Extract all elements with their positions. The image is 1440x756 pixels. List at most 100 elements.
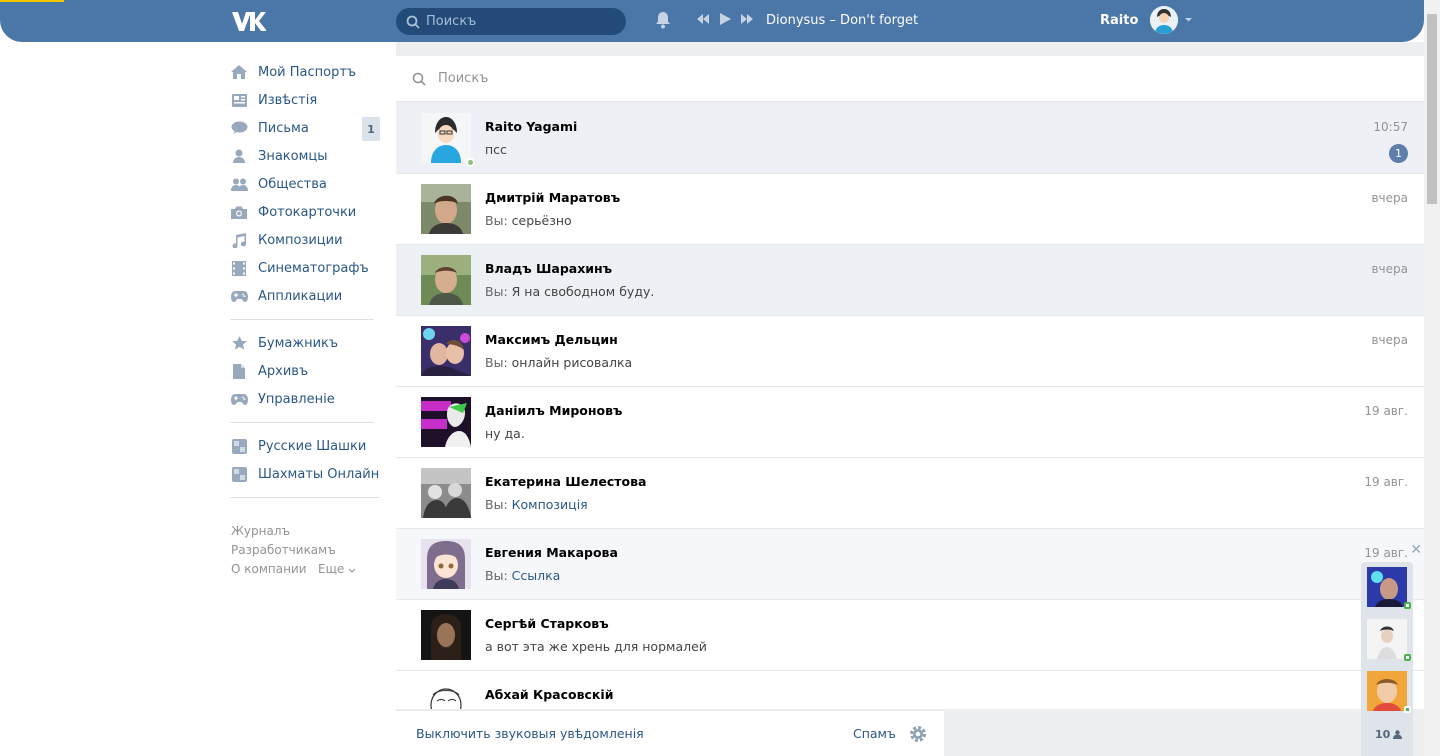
avatar[interactable] [1367, 619, 1407, 659]
you-prefix: Вы: [485, 355, 508, 370]
sidebar-item-profile[interactable]: Мой Паспортъ [230, 58, 382, 86]
messages-icon [230, 119, 248, 137]
sidebar-item-apps[interactable]: Аппликации [230, 282, 382, 310]
sidebar-item-checkers[interactable]: Русские Шашки [230, 432, 382, 460]
dialog-name: Сергѣй Старковъ [485, 616, 609, 631]
header-search-input[interactable] [426, 14, 616, 29]
chevron-down-icon[interactable] [348, 568, 356, 573]
avatar[interactable] [421, 113, 471, 163]
dialog-date: 19 авг. [1364, 404, 1408, 418]
messages-panel: Raito Yagami псс 10:57 1 Дмитрій Маратов… [396, 42, 1424, 756]
sidebar-item-chess[interactable]: Шахматы Онлайн [230, 460, 382, 488]
attachment-link[interactable]: Ссылка [512, 568, 561, 583]
dialog-row[interactable]: Даніилъ Мироновъ ну да. 19 авг. [396, 387, 1424, 458]
footer-link-journal[interactable]: Журналъ [231, 524, 290, 538]
dialog-row[interactable]: Владъ Шарахинъ Вы: Я на свободном буду. … [396, 245, 1424, 316]
you-prefix: Вы: [485, 213, 508, 228]
sidebar-item-manage[interactable]: Управленіе [230, 385, 382, 413]
you-prefix: Вы: [485, 568, 508, 583]
chat-count[interactable]: 10 [1375, 728, 1403, 741]
dialog-date: вчера [1371, 262, 1408, 276]
groups-icon [230, 175, 248, 193]
sidebar-item-label: Письма [258, 120, 309, 136]
previous-track-icon[interactable] [696, 13, 710, 25]
avatar[interactable] [421, 255, 471, 305]
home-icon [230, 63, 248, 81]
avatar[interactable] [421, 184, 471, 234]
sidebar-item-videos[interactable]: Синематографъ [230, 254, 382, 282]
star-icon [230, 334, 248, 352]
gear-icon[interactable] [908, 724, 928, 744]
avatar[interactable] [1367, 567, 1407, 607]
close-icon[interactable]: ✕ [1410, 542, 1422, 558]
sidebar-item-label: Шахматы Онлайн [258, 466, 380, 482]
app-icon [230, 437, 248, 455]
chat-strip: 10 [1361, 562, 1413, 756]
dialog-row[interactable]: Raito Yagami псс 10:57 1 [396, 103, 1424, 174]
sidebar-item-groups[interactable]: Общества [230, 170, 382, 198]
avatar[interactable] [421, 468, 471, 518]
sidebar-item-friends[interactable]: Знакомцы [230, 142, 382, 170]
dialogs-list: Raito Yagami псс 10:57 1 Дмитрій Маратов… [396, 103, 1424, 709]
online-indicator [1404, 706, 1411, 713]
dialog-row[interactable]: Абхай Красовскій [396, 671, 1424, 709]
sidebar-item-messages[interactable]: Письма 1 [230, 114, 382, 142]
spam-link[interactable]: Спамъ [853, 726, 896, 741]
now-playing-title[interactable]: Dionysus – Don't forget [766, 13, 918, 28]
dialog-date: 19 авг. [1364, 546, 1408, 560]
sidebar-item-bookmarks[interactable]: Бумажникъ [230, 329, 382, 357]
user-menu[interactable]: Raito [1100, 6, 1193, 34]
footer-link-developers[interactable]: Разработчикамъ [231, 543, 336, 557]
dialog-name: Абхай Красовскій [485, 687, 614, 702]
dialog-preview-text: псс [485, 142, 507, 157]
avatar[interactable] [1150, 6, 1179, 34]
sidebar-divider [230, 422, 374, 423]
sidebar-item-news[interactable]: Извѣстія [230, 86, 382, 114]
dialog-preview: Вы: онлайн рисовалка [485, 355, 632, 370]
page-scrollbar[interactable] [1424, 0, 1440, 756]
gamepad-icon [230, 390, 248, 408]
footer-link-about[interactable]: О компании [231, 562, 307, 576]
bell-icon[interactable] [654, 11, 672, 29]
sidebar-item-label: Бумажникъ [258, 335, 339, 351]
messages-count-badge: 1 [362, 117, 380, 141]
sidebar-item-label: Синематографъ [258, 260, 369, 276]
dialog-row[interactable]: Дмитрій Маратовъ Вы: серьёзно вчера [396, 174, 1424, 245]
sidebar-item-music[interactable]: Композиции [230, 226, 382, 254]
avatar[interactable] [1367, 671, 1407, 711]
sidebar-divider [230, 497, 380, 498]
next-track-icon[interactable] [740, 13, 754, 25]
avatar[interactable] [421, 610, 471, 660]
dialog-date: 10:57 [1373, 120, 1408, 134]
vk-logo-icon[interactable] [230, 9, 266, 33]
camera-icon [230, 203, 248, 221]
scrollbar-thumb[interactable] [1427, 14, 1437, 204]
sidebar-item-label: Фотокарточки [258, 204, 357, 220]
sidebar-item-label: Мой Паспортъ [258, 64, 357, 80]
dialog-row[interactable]: Евгения Макарова Вы: Ссылка 19 авг. ✕ [396, 529, 1424, 600]
dialog-row[interactable]: Сергѣй Старковъ а вот эта же хрень для н… [396, 600, 1424, 671]
chevron-down-icon[interactable] [1184, 17, 1193, 23]
dialogs-search[interactable] [396, 56, 1424, 102]
avatar[interactable] [421, 681, 471, 709]
play-icon[interactable] [718, 12, 732, 26]
dialog-preview-text: ну да. [485, 426, 525, 441]
header-search[interactable] [396, 8, 626, 35]
sidebar-item-photos[interactable]: Фотокарточки [230, 198, 382, 226]
attachment-link[interactable]: Композиція [512, 497, 588, 512]
dialog-name: Raito Yagami [485, 119, 578, 134]
avatar[interactable] [421, 397, 471, 447]
avatar[interactable] [421, 326, 471, 376]
footer-link-more[interactable]: Еще [318, 562, 344, 576]
user-name[interactable]: Raito [1100, 13, 1138, 28]
user-icon [1393, 730, 1403, 739]
sidebar-item-documents[interactable]: Архивъ [230, 357, 382, 385]
dialog-row[interactable]: Екатерина Шелестова Вы: Композиція 19 ав… [396, 458, 1424, 529]
avatar[interactable] [421, 539, 471, 589]
sound-toggle-link[interactable]: Выключить звуковыя увѣдомленія [416, 726, 644, 741]
dialog-preview: ну да. [485, 426, 525, 441]
dialog-name: Владъ Шарахинъ [485, 261, 613, 276]
chat-count-value: 10 [1375, 728, 1391, 741]
dialog-row[interactable]: Максимъ Дельцин Вы: онлайн рисовалка вче… [396, 316, 1424, 387]
dialogs-search-input[interactable] [438, 71, 1038, 86]
